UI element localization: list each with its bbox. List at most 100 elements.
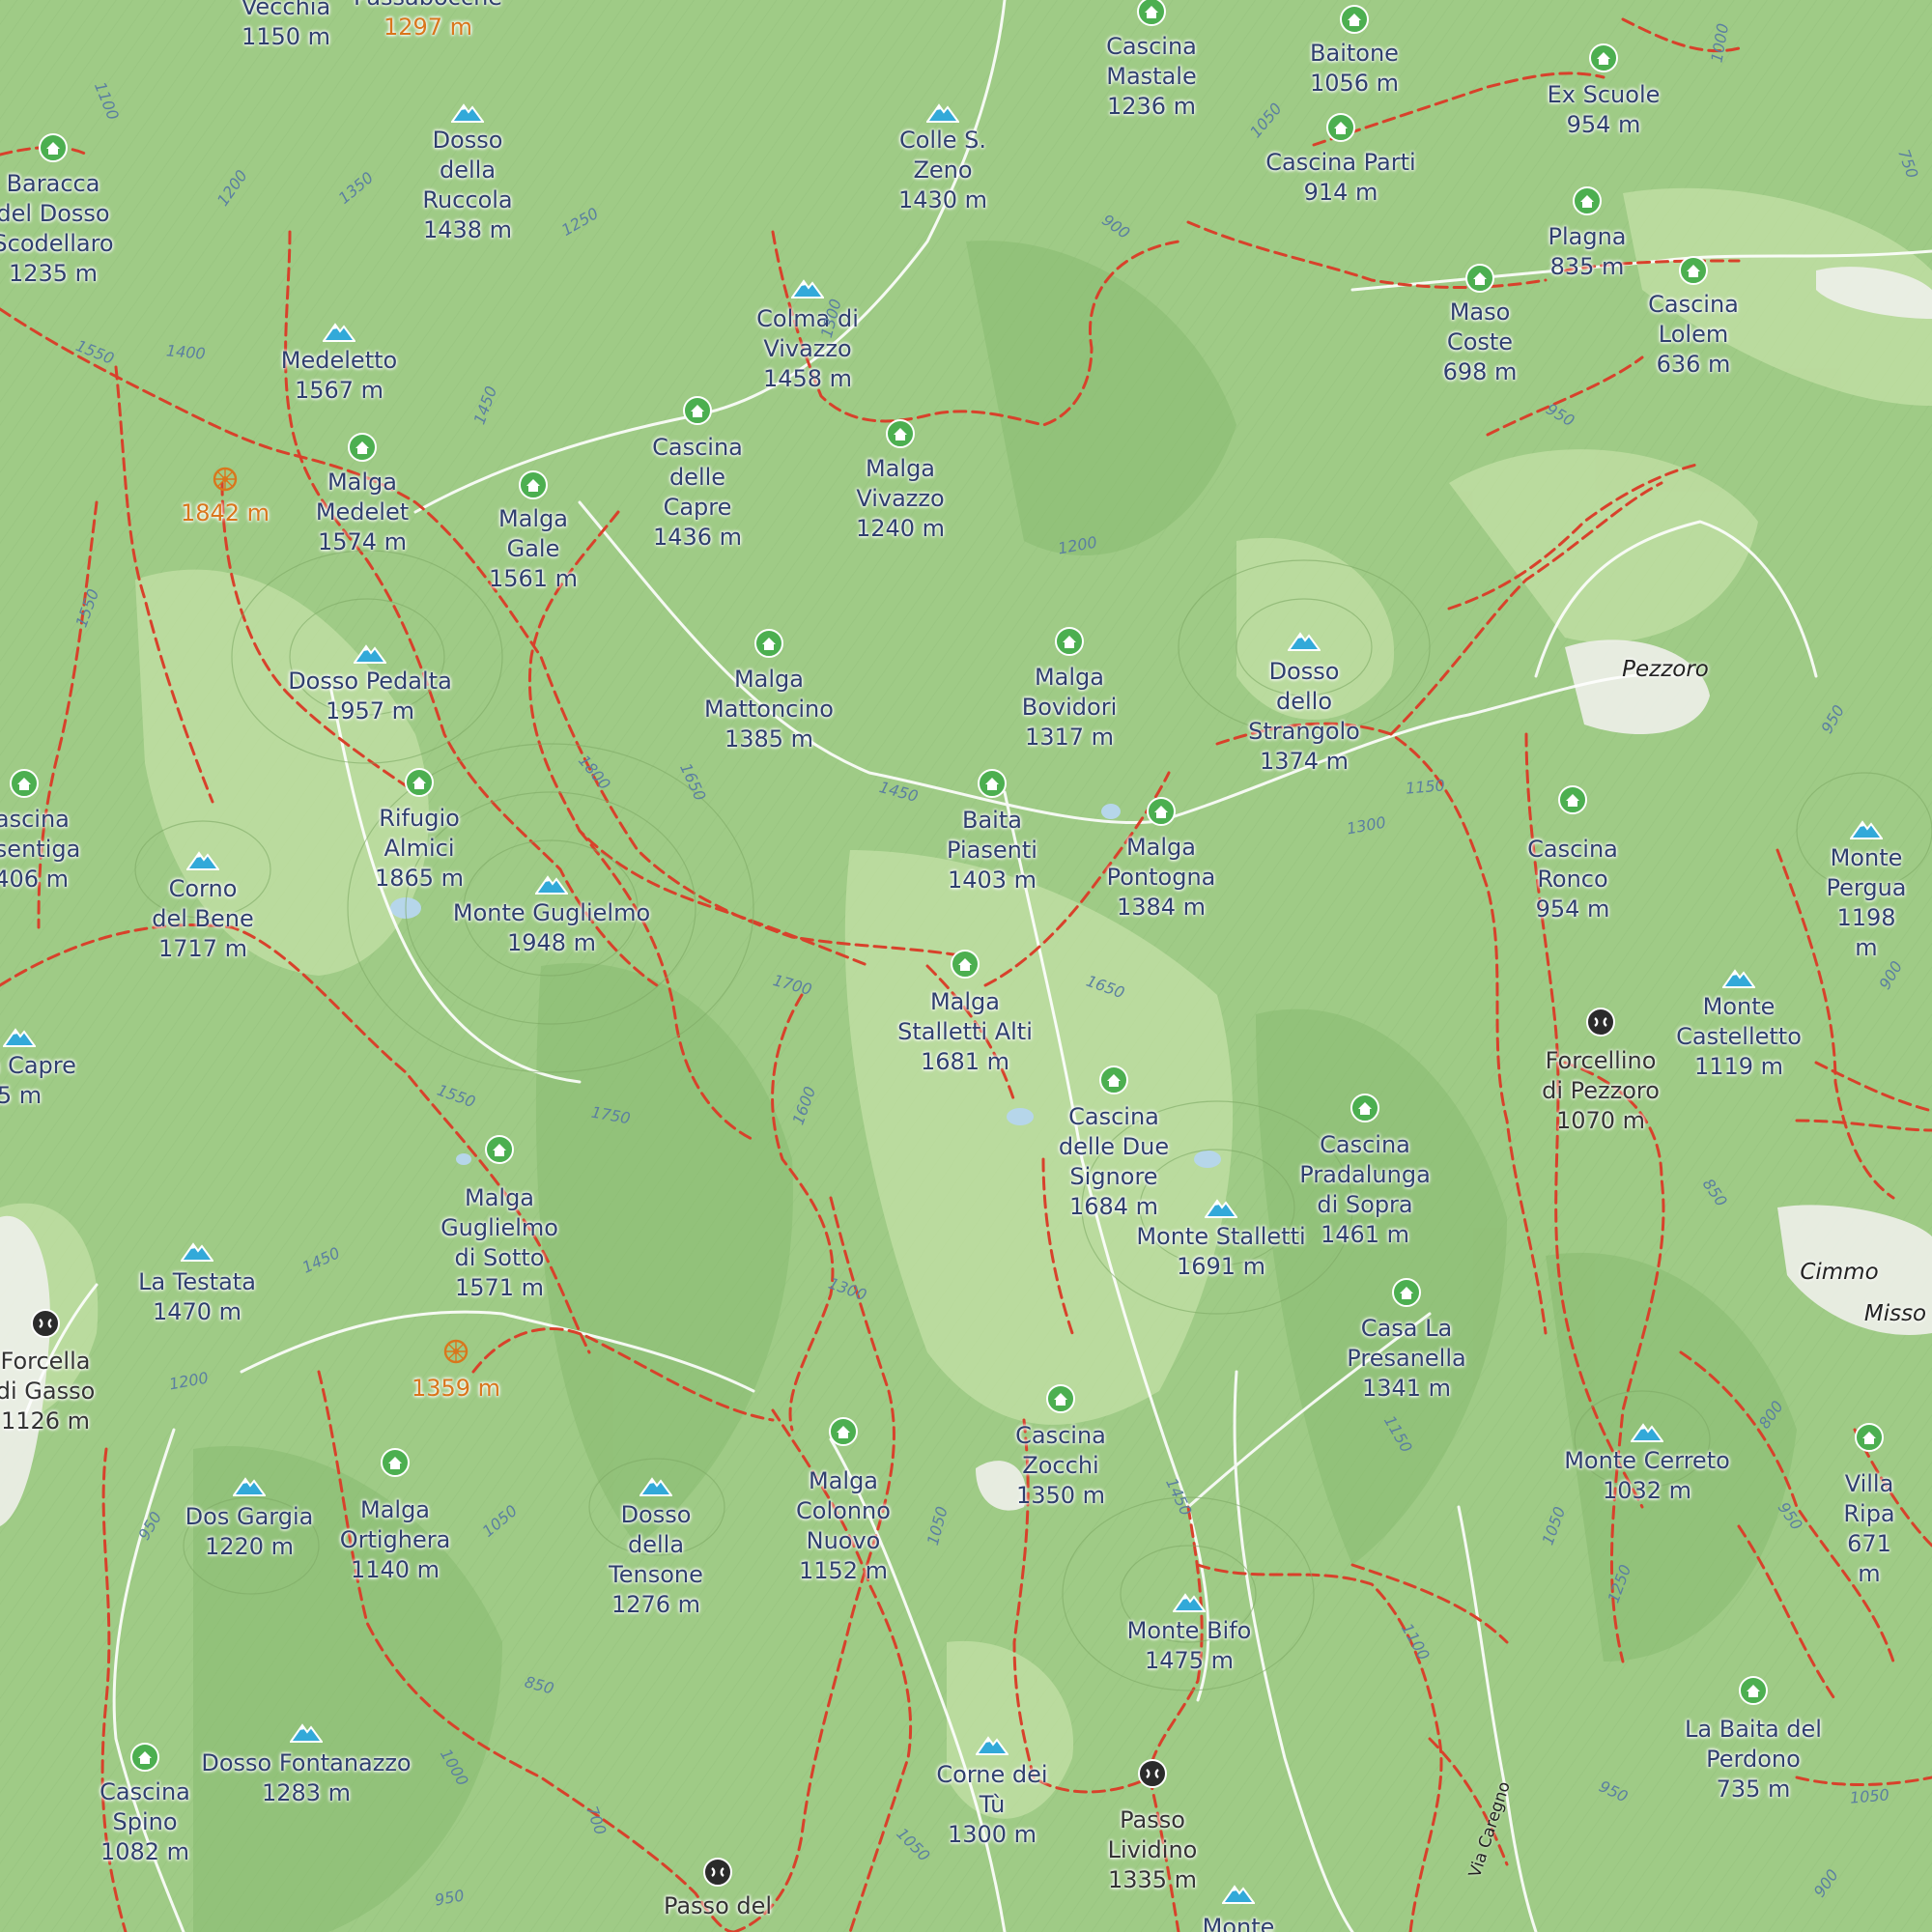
hut-icon[interactable] xyxy=(1739,1676,1768,1709)
pass-label-passo-del[interactable]: Passo del xyxy=(664,1891,772,1921)
peak-icon[interactable] xyxy=(232,1475,267,1500)
peak-label-monte-castelletto[interactable]: Monte Castelletto 1119 m xyxy=(1642,992,1835,1082)
hut-icon[interactable] xyxy=(1099,1065,1128,1098)
hut-label-cascina-delle-capre[interactable]: Cascina delle Capre 1436 m xyxy=(652,433,743,553)
peak-icon[interactable] xyxy=(450,101,485,127)
hut-icon[interactable] xyxy=(1573,186,1602,219)
hut-icon[interactable] xyxy=(10,769,39,802)
peak-label-corno-del-bene[interactable]: Corno del Bene 1717 m xyxy=(152,874,254,964)
peak-icon[interactable] xyxy=(185,849,220,874)
hut-icon[interactable] xyxy=(485,1135,514,1168)
hut-label-baracca-del-dosso-scodellaro[interactable]: Baracca del Dosso Scodellaro 1235 m xyxy=(0,169,114,289)
peak-label-dosso-pedalta[interactable]: Dosso Pedalta 1957 m xyxy=(288,667,452,726)
peak-label-dos-gargia[interactable]: Dos Gargia 1220 m xyxy=(185,1502,314,1562)
hut-icon[interactable] xyxy=(829,1417,858,1450)
hut-label-malga-gale[interactable]: Malga Gale 1561 m xyxy=(489,504,578,594)
hut-icon[interactable] xyxy=(130,1743,159,1776)
hut-icon[interactable] xyxy=(1147,797,1176,830)
peak-icon[interactable] xyxy=(1721,967,1756,992)
peak-icon[interactable] xyxy=(790,277,825,302)
peak-icon[interactable] xyxy=(925,101,960,127)
hut-icon[interactable] xyxy=(1679,256,1708,289)
viewpoint-label-point-0[interactable]: 1842 m xyxy=(181,498,270,528)
hut-icon[interactable] xyxy=(951,950,980,982)
hut-label-cascina-zocchi[interactable]: Cascina Zocchi 1350 m xyxy=(1015,1421,1106,1511)
peak-icon[interactable] xyxy=(534,873,569,898)
hut-label-cascina-delle-due-signore[interactable]: Cascina delle Due Signore 1684 m xyxy=(1059,1102,1169,1222)
hut-label-malga-vivazzo[interactable]: Malga Vivazzo 1240 m xyxy=(856,454,945,544)
hut-label-la-baita-del-perdono[interactable]: La Baita del Perdono 735 m xyxy=(1685,1715,1822,1804)
hut-label-cascina-lolem[interactable]: Cascina Lolem 636 m xyxy=(1648,290,1739,380)
hut-icon[interactable] xyxy=(1855,1423,1884,1456)
hut-icon[interactable] xyxy=(1055,627,1084,660)
hut-label-malga-stalletti-alti[interactable]: Malga Stalletti Alti 1681 m xyxy=(897,987,1033,1077)
hut-label-malga-medelet[interactable]: Malga Medelet 1574 m xyxy=(316,468,409,557)
peak-icon[interactable] xyxy=(180,1240,214,1265)
hut-icon[interactable] xyxy=(519,470,548,503)
viewpoint-icon[interactable] xyxy=(441,1337,470,1370)
peak-label-monte-cerreto[interactable]: Monte Cerreto 1032 m xyxy=(1564,1446,1730,1506)
map-canvas[interactable]: Dosso della Ruccola 1438 m Colle S. Zeno 14… xyxy=(0,0,1932,1932)
hut-icon[interactable] xyxy=(1326,113,1355,146)
peak-label-monte[interactable]: Monte xyxy=(1203,1913,1275,1932)
peak-icon[interactable] xyxy=(353,642,387,668)
town-label[interactable]: Misso xyxy=(1864,1301,1926,1326)
hut-label-cascina-parti[interactable]: Cascina Parti 914 m xyxy=(1265,148,1415,208)
peak-label-la-testata[interactable]: La Testata 1470 m xyxy=(138,1267,256,1327)
hut-label-cascina-pasentiga[interactable]: Cascina Pasentiga 1406 m xyxy=(0,805,80,895)
pass-icon[interactable] xyxy=(31,1309,60,1342)
hut-icon[interactable] xyxy=(1465,264,1494,297)
peak-label-monte-guglielmo[interactable]: Monte Guglielmo 1948 m xyxy=(453,898,650,958)
hut-icon[interactable] xyxy=(886,419,915,452)
peak-label-monte-bifo[interactable]: Monte Bifo 1475 m xyxy=(1127,1616,1252,1676)
peak-label-monte-stalletti[interactable]: Monte Stalletti 1691 m xyxy=(1136,1222,1305,1282)
hut-icon[interactable] xyxy=(1392,1278,1421,1311)
peak-icon[interactable] xyxy=(1287,630,1321,655)
hut-label-cascina-pradalunga-di-sopra[interactable]: Cascina Pradalunga di Sopra 1461 m xyxy=(1299,1130,1431,1250)
hut-icon[interactable] xyxy=(1340,5,1369,38)
peak-label-colma-di-vivazzo[interactable]: Colma di Vivazzo 1458 m xyxy=(756,304,859,394)
hut-label-malga-colonno-nuovo[interactable]: Malga Colonno Nuovo 1152 m xyxy=(796,1466,891,1586)
peak-icon[interactable] xyxy=(1221,1883,1256,1908)
hut-icon[interactable] xyxy=(683,396,712,429)
hut-icon[interactable] xyxy=(39,133,68,166)
hut-label-ex-scuole[interactable]: Ex Scuole 954 m xyxy=(1548,80,1661,140)
peak-icon[interactable] xyxy=(639,1475,673,1500)
peak-label-dosso-della-ruccola[interactable]: Dosso della Ruccola 1438 m xyxy=(422,126,512,245)
peak-label-medeletto[interactable]: Medeletto 1567 m xyxy=(281,346,397,406)
peak-label-rna-capre[interactable]: rna Capre 5 m xyxy=(0,1051,76,1111)
peak-label-colle-s-zeno[interactable]: Colle S. Zeno 1430 m xyxy=(898,126,987,215)
peak-icon[interactable] xyxy=(322,321,356,346)
hut-label-malga-mattoncino[interactable]: Malga Mattoncino 1385 m xyxy=(704,665,834,754)
hut-label-villa-ripa[interactable]: Villa Ripa 671 m xyxy=(1838,1469,1901,1589)
hut-label-malga-guglielmo-di-sotto[interactable]: Malga Guglielmo di Sotto 1571 m xyxy=(440,1183,558,1303)
viewpoint-label-point-1[interactable]: 1359 m xyxy=(412,1374,500,1404)
pass-icon[interactable] xyxy=(703,1858,732,1890)
hut-icon[interactable] xyxy=(1558,785,1587,818)
pass-label-forcella-di-gasso[interactable]: Forcella di Gasso 1126 m xyxy=(0,1347,95,1436)
hut-label-plagna[interactable]: Plagna 835 m xyxy=(1548,222,1627,282)
peak-icon[interactable] xyxy=(289,1721,324,1747)
peak-label-corne-dei-t[interactable]: Corne dei Tù 1300 m xyxy=(936,1760,1047,1850)
peak-icon[interactable] xyxy=(1849,818,1884,843)
peak-label-dosso-della-tensone[interactable]: Dosso della Tensone 1276 m xyxy=(609,1500,703,1620)
hut-icon[interactable] xyxy=(381,1448,410,1481)
hut-icon[interactable] xyxy=(1350,1094,1379,1126)
hut-label-maso-coste[interactable]: Maso Coste 698 m xyxy=(1443,298,1518,387)
hut-label-malga-ortighera[interactable]: Malga Ortighera 1140 m xyxy=(340,1495,451,1585)
hut-label-cascina-spino[interactable]: Cascina Spino 1082 m xyxy=(99,1777,190,1867)
town-label[interactable]: Pezzoro xyxy=(1622,657,1709,682)
hut-icon[interactable] xyxy=(405,768,434,801)
pass-icon[interactable] xyxy=(1138,1759,1167,1792)
hut-label-rifugio-almici[interactable]: Rifugio Almici 1865 m xyxy=(375,804,464,894)
peak-icon[interactable] xyxy=(1204,1197,1238,1222)
peak-icon[interactable] xyxy=(1630,1421,1664,1446)
pass-label-forcellino-di-pezzoro[interactable]: Forcellino di Pezzoro 1070 m xyxy=(1542,1046,1660,1136)
place-label-vecchia[interactable]: Vecchia 1150 m xyxy=(242,0,330,52)
hut-label-malga-bovidori[interactable]: Malga Bovidori 1317 m xyxy=(1022,663,1117,753)
hut-icon[interactable] xyxy=(1589,43,1618,76)
town-label[interactable]: Cimmo xyxy=(1800,1260,1878,1285)
hut-label-cascina-mastale[interactable]: Cascina Mastale 1236 m xyxy=(1106,32,1197,122)
peak-icon[interactable] xyxy=(2,1026,37,1051)
hut-icon[interactable] xyxy=(1137,0,1166,30)
